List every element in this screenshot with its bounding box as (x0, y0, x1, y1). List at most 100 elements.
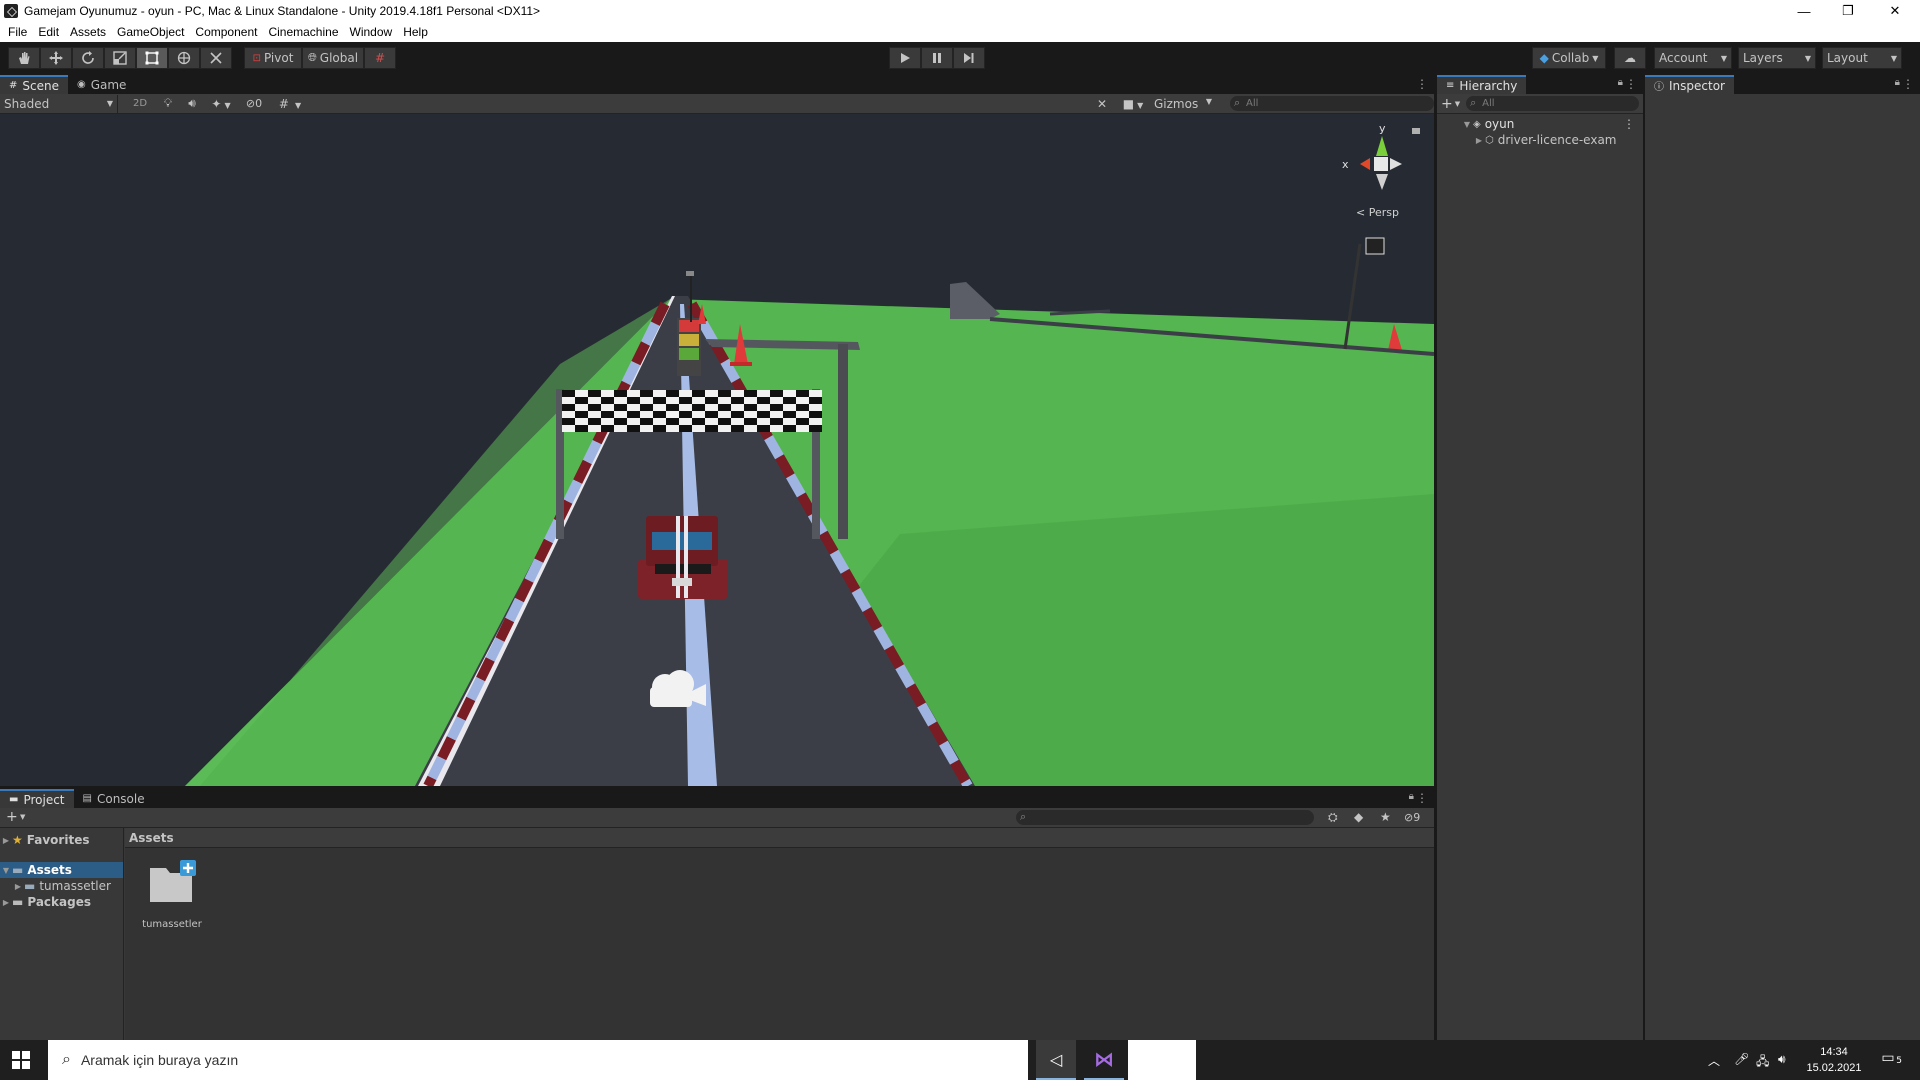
taskbar-app-slot[interactable] (1128, 1040, 1196, 1080)
expand-arrow-icon[interactable]: ▼ (1461, 120, 1473, 129)
rect-tool-button[interactable] (136, 47, 168, 69)
tools-toggle[interactable]: ✕ (1092, 97, 1112, 111)
custom-tool-button[interactable] (200, 47, 232, 69)
taskbar-visualstudio-app[interactable]: ⋈ (1084, 1040, 1124, 1080)
collapsed-arrow-icon[interactable]: ▶ (12, 882, 24, 891)
minimize-button[interactable]: — (1782, 0, 1826, 22)
menu-window[interactable]: Window (350, 25, 393, 39)
tree-item-packages[interactable]: ▶ ▬ Packages (0, 894, 123, 910)
expand-arrow-icon[interactable]: ▼ (0, 866, 12, 875)
pause-icon (933, 53, 941, 63)
2d-toggle[interactable]: 2D (124, 98, 156, 109)
layers-dropdown[interactable]: Layers ▼ (1738, 47, 1816, 69)
menu-edit[interactable]: Edit (38, 25, 59, 39)
panel-menu-icon[interactable]: ⋮ (1902, 77, 1914, 91)
folder-icon: ▬ (12, 863, 24, 877)
volume-icon[interactable]: 🔊︎ (1778, 1052, 1786, 1067)
globe-icon: 🌐︎ (307, 51, 317, 64)
tree-item-tumassetler[interactable]: ▶ ▬ tumassetler (0, 878, 123, 894)
tab-game[interactable]: ◉ Game (68, 75, 135, 94)
hierarchy-search-input[interactable]: All (1466, 95, 1639, 111)
grid-dropdown[interactable]: # ▼ (270, 97, 310, 111)
favorites-item[interactable]: ▶ ★ Favorites (0, 832, 123, 848)
play-button[interactable] (889, 47, 921, 69)
rotate-tool-button[interactable] (72, 47, 104, 69)
scene-view[interactable]: y x < Persp (0, 114, 1434, 786)
lock-icon[interactable]: 🔒︎ (1895, 77, 1900, 88)
cloud-button[interactable]: ☁ (1614, 47, 1646, 69)
add-icon[interactable]: + (6, 809, 18, 825)
chevron-down-icon[interactable]: ▼ (1455, 100, 1460, 108)
layout-dropdown[interactable]: Layout ▼ (1822, 47, 1902, 69)
tab-inspector[interactable]: ⓘ Inspector (1645, 75, 1734, 94)
menu-gameobject[interactable]: GameObject (117, 25, 184, 39)
network-icon[interactable]: 🖧︎ (1756, 1052, 1769, 1073)
account-dropdown[interactable]: Account ▼ (1654, 47, 1732, 69)
star-icon[interactable]: ★ (1380, 810, 1391, 824)
tree-item-assets[interactable]: ▼ ▬ Assets (0, 862, 123, 878)
tray-chevron-up-icon[interactable]: ︿ (1708, 1052, 1720, 1069)
draw-mode-dropdown[interactable]: Shaded ▼ (0, 94, 118, 113)
scene-search-input[interactable]: All (1230, 95, 1434, 111)
label-tag-icon[interactable]: ◆ (1354, 810, 1363, 824)
panel-menu-icon[interactable]: ⋮ (1623, 117, 1635, 131)
menu-file[interactable]: File (8, 25, 27, 39)
notification-center-button[interactable]: ▭ 5 (1878, 1050, 1902, 1070)
lock-icon[interactable]: 🔒︎ (1409, 791, 1414, 802)
global-toggle[interactable]: 🌐︎ Global (302, 47, 364, 69)
close-button[interactable]: ✕ (1870, 0, 1920, 22)
snap-toggle[interactable]: # (364, 47, 396, 69)
persp-label[interactable]: < Persp (1356, 206, 1399, 219)
audio-toggle[interactable]: 🔊︎ (180, 96, 204, 111)
tab-hierarchy[interactable]: ≡ Hierarchy (1437, 75, 1527, 94)
step-button[interactable] (953, 47, 985, 69)
tab-project[interactable]: ▬ Project (0, 789, 74, 808)
panel-menu-icon[interactable]: ⋮ (1416, 77, 1428, 91)
panel-menu-icon[interactable]: ⋮ (1625, 77, 1637, 91)
breadcrumb[interactable]: Assets (125, 828, 1434, 848)
effects-dropdown[interactable]: ✦ ▼ (204, 97, 238, 111)
hierarchy-item[interactable]: ▶ ⬡ driver-licence-exam (1437, 132, 1643, 148)
unity-scene-icon: ◈ (1473, 118, 1481, 130)
taskbar-search-input[interactable]: ⌕ Aramak için buraya yazın (48, 1040, 388, 1080)
hand-tool-button[interactable] (8, 47, 40, 69)
collab-button[interactable]: ◆ Collab ▼ (1532, 47, 1606, 69)
taskbar-clock[interactable]: 14:34 15.02.2021 (1804, 1044, 1864, 1076)
collapsed-arrow-icon[interactable]: ▶ (0, 898, 12, 907)
eye-slash-icon: ⊘ (1404, 811, 1414, 824)
tab-console[interactable]: ▤ Console (74, 789, 154, 808)
project-search-input[interactable] (1016, 809, 1314, 825)
project-toolbar: + ▼ ⛭ ◆ ★ ⊘9 (0, 808, 1434, 828)
tab-scene[interactable]: # Scene (0, 75, 68, 94)
scale-tool-button[interactable] (104, 47, 136, 69)
pause-button[interactable] (921, 47, 953, 69)
lock-icon[interactable]: 🔒︎ (1618, 77, 1623, 88)
menu-cinemachine[interactable]: Cinemachine (268, 25, 338, 39)
move-tool-button[interactable] (40, 47, 72, 69)
filter-type-icon[interactable]: ⛭ (1328, 810, 1338, 825)
collapsed-arrow-icon[interactable]: ▶ (1473, 136, 1485, 145)
window-title: Gamejam Oyunumuz - oyun - PC, Mac & Linu… (24, 4, 541, 18)
hidden-packages-toggle[interactable]: ⊘9 (1404, 811, 1420, 824)
chevron-down-icon[interactable]: ▼ (20, 813, 25, 821)
step-icon (964, 53, 974, 63)
menu-component[interactable]: Component (195, 25, 257, 39)
menu-assets[interactable]: Assets (70, 25, 106, 39)
collapsed-arrow-icon[interactable]: ▶ (0, 836, 12, 845)
panel-menu-icon[interactable]: ⋮ (1416, 791, 1428, 805)
lightbulb-icon: 💡︎ (163, 96, 173, 110)
windows-start-button[interactable] (12, 1051, 30, 1072)
scene-root[interactable]: ▼ ◈ oyun ⋮ (1437, 116, 1643, 132)
hidden-objects-toggle[interactable]: ⊘0 (238, 97, 270, 110)
pivot-toggle[interactable]: ⊡ Pivot (244, 47, 302, 69)
asset-tile[interactable]: tumassetler (137, 858, 207, 930)
microphone-icon[interactable]: 🎤︎ (1734, 1052, 1749, 1066)
add-icon[interactable]: + (1441, 96, 1453, 112)
maximize-button[interactable]: ❐ (1826, 0, 1870, 22)
transform-tool-button[interactable] (168, 47, 200, 69)
lighting-toggle[interactable]: 💡︎ (156, 96, 180, 111)
gizmos-dropdown[interactable]: Gizmos ▼ (1150, 97, 1216, 111)
menu-help[interactable]: Help (403, 25, 428, 39)
camera-dropdown[interactable]: ■ ▼ (1118, 97, 1148, 111)
taskbar-unity-app[interactable]: ◁ (1036, 1040, 1076, 1080)
